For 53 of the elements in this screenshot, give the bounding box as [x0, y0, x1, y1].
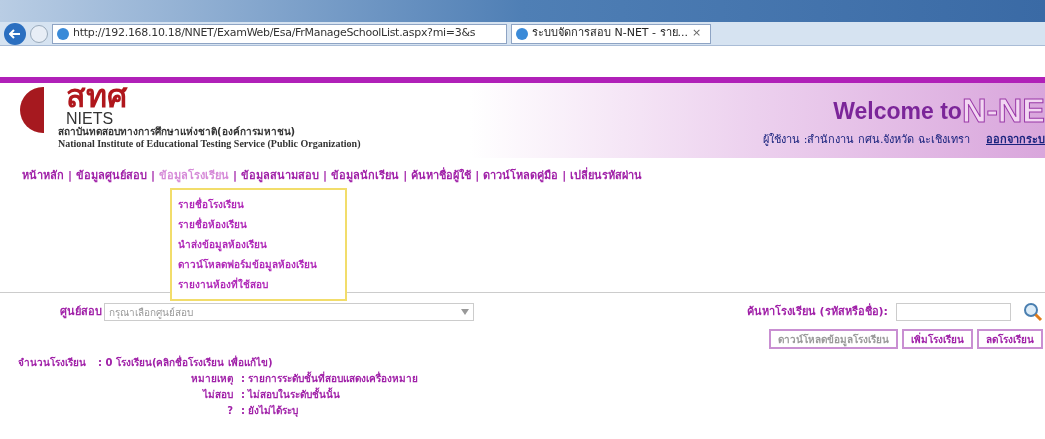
- logout-link[interactable]: ออกจากระบ: [986, 132, 1045, 149]
- brand-text: N-NE: [961, 92, 1045, 129]
- menu-item[interactable]: รายชื่อโรงเรียน: [178, 196, 339, 213]
- note-label: ?: [226, 404, 233, 418]
- url-text: http://192.168.10.18/NNET/ExamWeb/Esa/FrManageSchoolList.aspx?mi=3&s: [73, 25, 476, 42]
- note-text: : รายการระดับชั้นที่สอบแสดงเครื่องหมาย: [241, 371, 419, 386]
- nav-link[interactable]: ข้อมูลสนามสอบ: [241, 167, 320, 185]
- nav-separator: |: [561, 167, 568, 184]
- nav-link[interactable]: เปลี่ยนรหัสผ่าน: [570, 167, 643, 185]
- menu-item[interactable]: นำส่งข้อมูลห้องเรียน: [178, 236, 339, 253]
- dropdown-caret-icon: [461, 309, 469, 315]
- nav-link[interactable]: ข้อมูลศูนย์สอบ: [76, 167, 148, 185]
- welcome-text: Welcome to: [833, 96, 962, 126]
- summary-value: : 0 โรงเรียน(คลิกชื่อโรงเรียน เพื่อแก้ไข): [98, 355, 273, 370]
- nav-link[interactable]: ค้นหาชื่อผู้ใช้: [411, 167, 472, 185]
- nav-separator: |: [402, 167, 409, 184]
- page-icon: [57, 27, 69, 40]
- logo-emblem: [20, 87, 44, 133]
- page-icon: [516, 27, 528, 40]
- search-icon[interactable]: [1023, 302, 1043, 322]
- note-label: ไม่สอบ: [201, 387, 233, 402]
- org-name-english: National Institute of Educational Testing Service (Public Organization): [58, 138, 361, 150]
- note-text: : ไม่สอบในระดับชั้นนั้น: [241, 387, 341, 402]
- browser-tab[interactable]: ระบบจัดการสอบ N-NET - ราย... ×: [511, 23, 711, 44]
- nav-link[interactable]: หน้าหลัก: [22, 167, 64, 185]
- nav-separator: |: [150, 167, 157, 184]
- select-placeholder: กรุณาเลือกศูนย์สอบ: [109, 305, 193, 320]
- menu-item[interactable]: รายชื่อห้องเรียน: [178, 216, 339, 233]
- nav-separator: |: [474, 167, 481, 184]
- nav-link[interactable]: ดาวน์โหลดคู่มือ: [483, 167, 559, 185]
- nav-separator: |: [67, 167, 74, 184]
- menu-item[interactable]: ดาวน์โหลดฟอร์มข้อมูลห้องเรียน: [178, 256, 339, 273]
- note-text: : ยังไม่ได้ระบุ: [241, 403, 299, 419]
- user-info: ผู้ใช้งาน :สำนักงาน กศน.จังหวัด ฉะเชิงเทรา: [763, 132, 970, 149]
- note-label: หมายเหตุ: [190, 372, 233, 387]
- tab-title: ระบบจัดการสอบ N-NET - ราย...: [532, 25, 689, 42]
- address-bar[interactable]: http://192.168.10.18/NNET/ExamWeb/Esa/FrManageSchoolList.aspx?mi=3&s: [52, 23, 507, 44]
- action-button[interactable]: ลดโรงเรียน: [977, 329, 1043, 349]
- nav-separator: |: [232, 167, 239, 184]
- back-button[interactable]: [4, 22, 26, 45]
- logo-text: NIETS: [66, 111, 114, 126]
- org-name-thai: สถาบันทดสอบทางการศึกษาแห่งชาติ(องค์การมหาชน): [58, 126, 297, 138]
- filter-label: ศูนย์สอบ: [60, 303, 102, 321]
- summary-label: จำนวนโรงเรียน: [18, 356, 86, 370]
- search-field[interactable]: [896, 303, 1011, 321]
- nav-link[interactable]: ข้อมูลนักเรียน: [331, 167, 400, 185]
- tab-close-button[interactable]: ×: [692, 25, 702, 42]
- logo-thai: สทศ: [66, 81, 129, 111]
- action-button[interactable]: เพิ่มโรงเรียน: [902, 329, 973, 349]
- nav-separator: |: [322, 167, 329, 184]
- menu-item[interactable]: รายงานห้องที่ใช้สอบ: [178, 276, 339, 293]
- back-arrow-icon: [9, 28, 21, 39]
- search-label: ค้นหาโรงเรียน (รหัสหรือชื่อ):: [746, 303, 888, 320]
